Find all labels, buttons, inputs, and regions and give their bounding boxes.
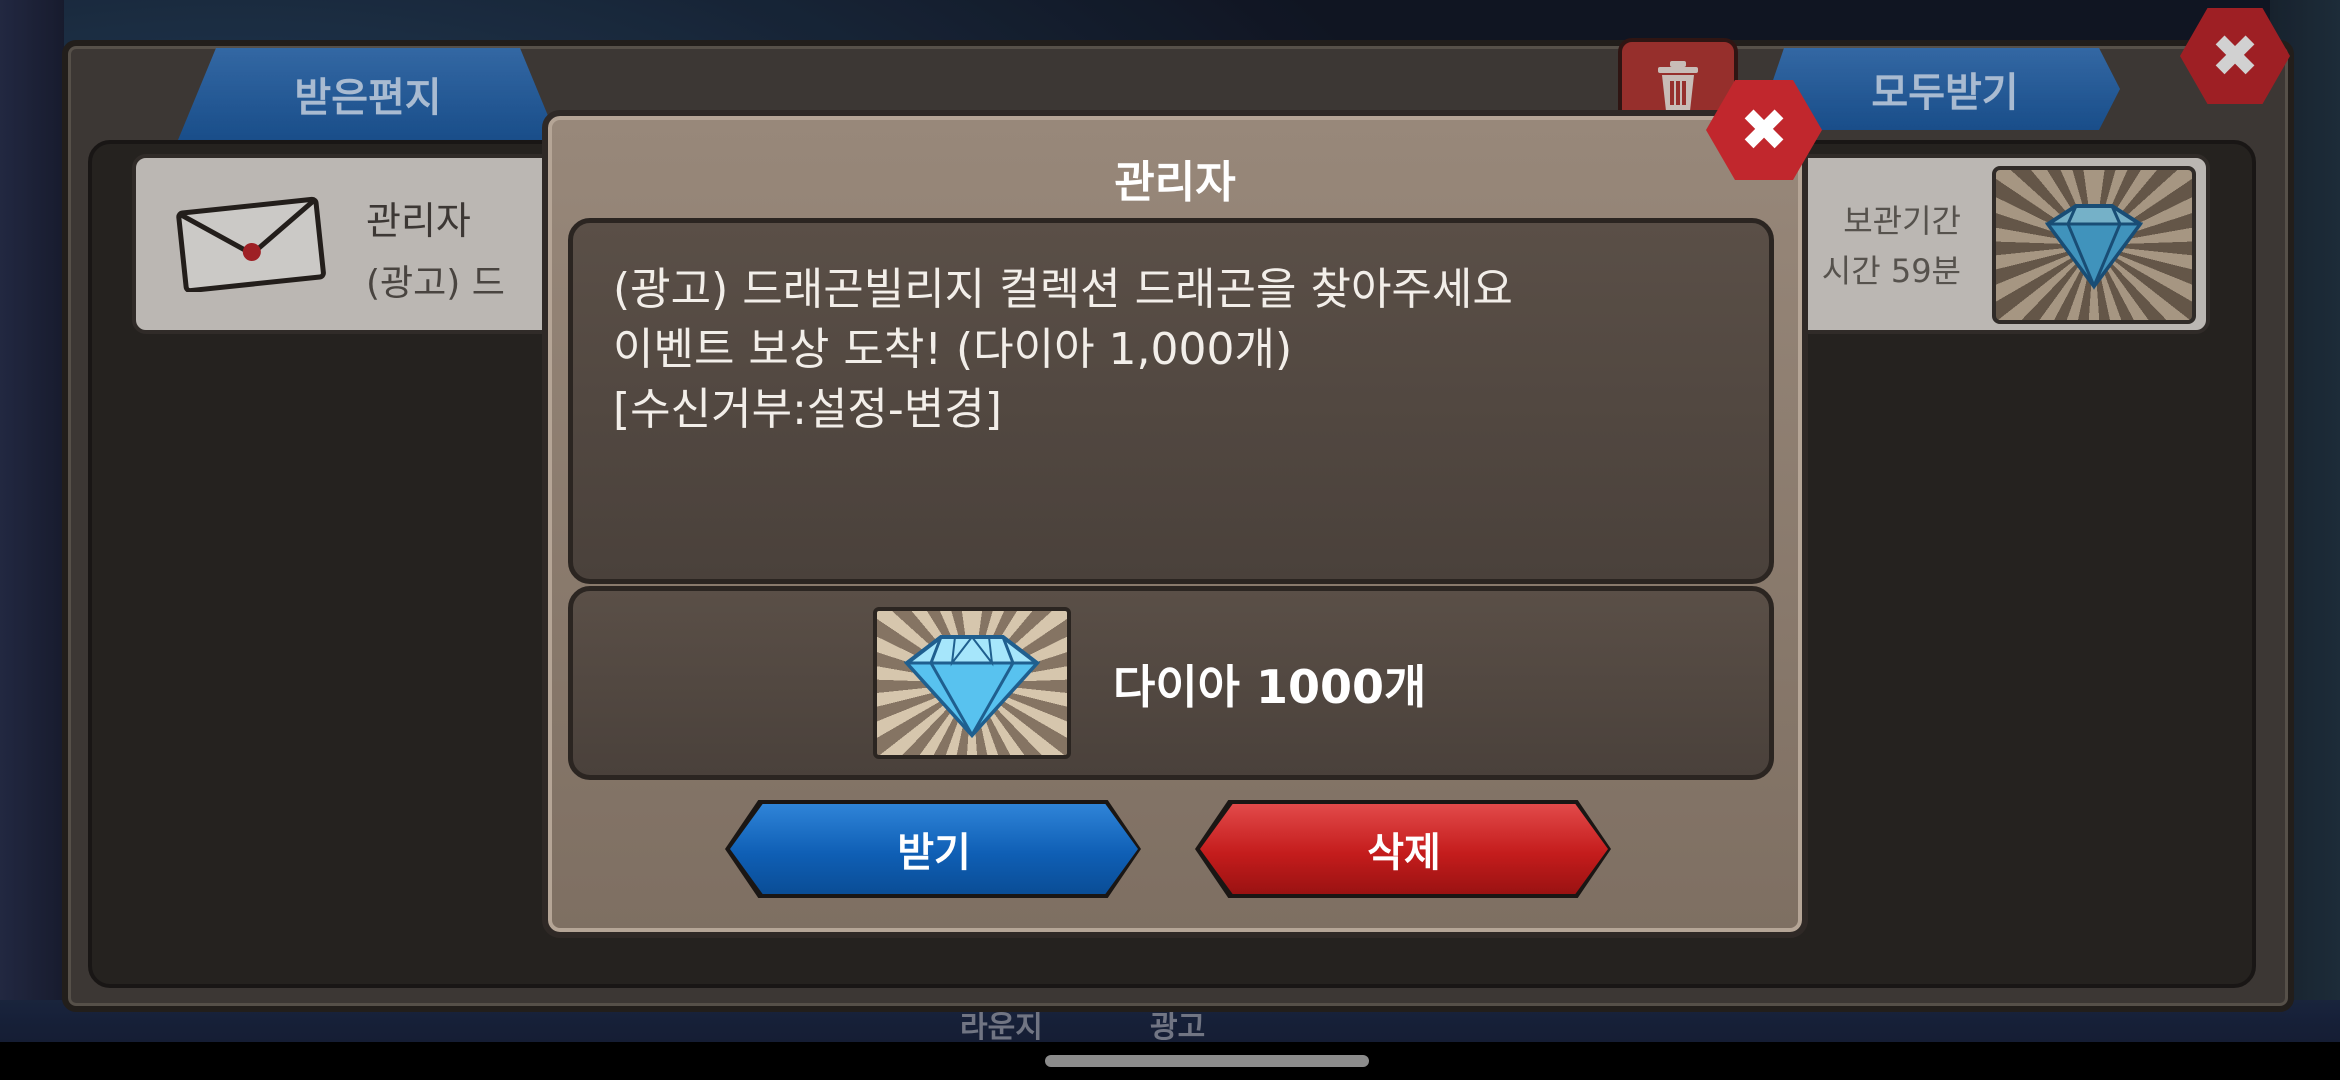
game-screen: 라운지 광고 받은편지 모두받기 ✖ 관리자 (광고) 드 보관기간 시간 59… — [0, 0, 2340, 1080]
close-icon: ✖ — [1739, 96, 1789, 164]
close-dialog-button[interactable]: ✖ — [1706, 80, 1822, 180]
message-line-2: 이벤트 보상 도착! (다이아 1,000개) — [613, 324, 1293, 375]
reward-label: 다이아 1000개 — [1113, 660, 1427, 714]
message-line-1: (광고) 드래곤빌리지 컬렉션 드래곤을 찾아주세요 — [613, 264, 1513, 315]
reward-panel: 다이아 1000개 — [568, 586, 1774, 780]
message-line-3: [수신거부:설정-변경] — [613, 384, 1002, 435]
dialog-title: 관리자 — [1114, 157, 1236, 208]
delete-button[interactable]: 삭제 — [1200, 804, 1608, 894]
reward-item-thumbnail — [873, 607, 1071, 759]
accept-button[interactable]: 받기 — [730, 804, 1138, 894]
dialog-close-hexagon: ✖ — [1706, 80, 1822, 180]
diamond-icon — [903, 635, 1041, 739]
message-body-panel: (광고) 드래곤빌리지 컬렉션 드래곤을 찾아주세요 이벤트 보상 도착! (다… — [568, 218, 1774, 584]
home-indicator[interactable] — [1045, 1055, 1369, 1067]
